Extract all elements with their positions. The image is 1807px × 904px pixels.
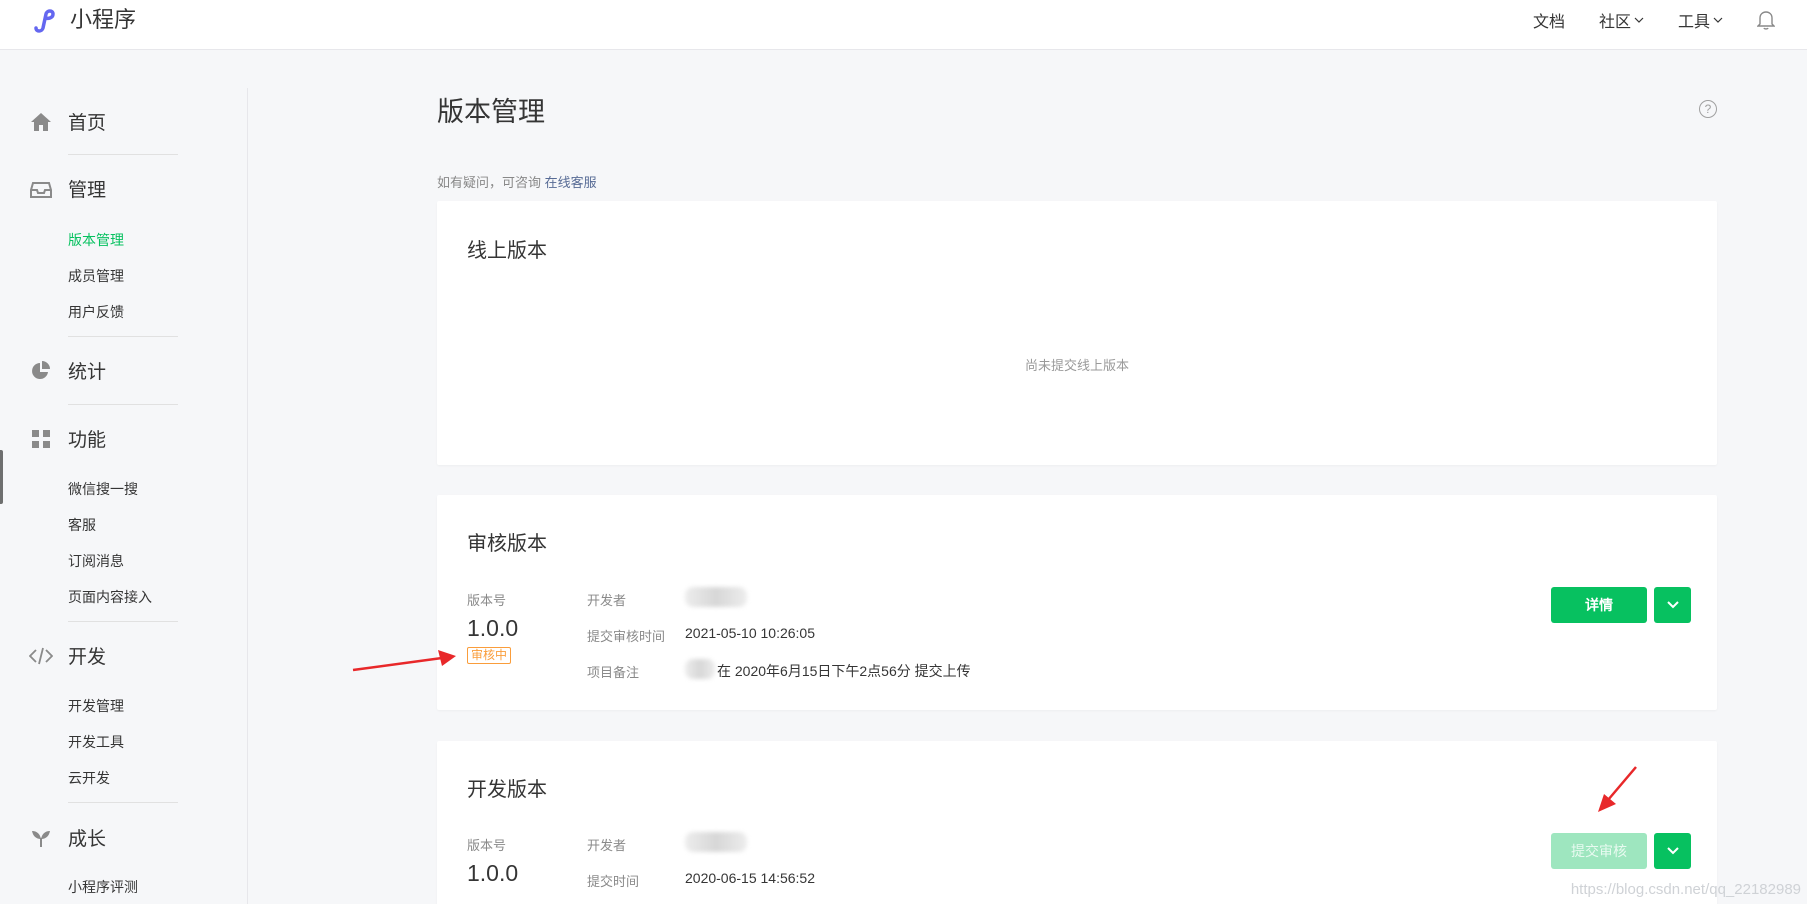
page-title: 版本管理 <box>437 97 545 127</box>
logo[interactable]: 小程序 <box>30 2 136 34</box>
grid-icon <box>28 426 54 452</box>
sidebar-item-dev-management[interactable]: 开发管理 <box>68 696 124 716</box>
community-menu[interactable]: 社区 <box>1599 8 1644 32</box>
sidebar-item-evaluation[interactable]: 小程序评测 <box>68 877 138 897</box>
sidebar-item-member-management[interactable]: 成员管理 <box>68 266 124 286</box>
home-icon <box>28 109 54 135</box>
online-version-empty: 尚未提交线上版本 <box>1024 358 1129 373</box>
online-service-link[interactable]: 在线客服 <box>545 175 597 190</box>
redacted-note-author <box>685 659 715 679</box>
note-value: 在 2020年6月15日下午2点56分 提交上传 <box>717 663 971 679</box>
pie-chart-icon <box>28 358 54 384</box>
chevron-down-icon <box>1666 601 1679 609</box>
sidebar-item-page-content[interactable]: 页面内容接入 <box>68 587 152 607</box>
version-label: 版本号 <box>467 838 507 853</box>
chevron-down-icon <box>1634 17 1644 23</box>
active-indicator <box>0 450 3 504</box>
submit-time-label: 提交时间 <box>587 874 640 889</box>
sidebar-item-features[interactable]: 功能 <box>28 425 106 452</box>
sidebar-home-label: 首页 <box>68 113 107 134</box>
bell-icon <box>1757 11 1775 30</box>
sidebar-growth-label: 成长 <box>68 829 107 850</box>
sidebar-separator <box>68 404 178 405</box>
redacted-developer <box>685 832 747 852</box>
chevron-down-icon <box>1666 847 1679 855</box>
submit-review-button[interactable]: 提交审核 <box>1551 833 1647 869</box>
miniprogram-logo-icon <box>34 9 55 33</box>
submit-time-label: 提交审核时间 <box>587 629 666 644</box>
dev-more-dropdown[interactable] <box>1654 833 1691 869</box>
tools-menu[interactable]: 工具 <box>1678 8 1723 32</box>
sidebar-develop-label: 开发 <box>68 647 107 668</box>
developer-label: 开发者 <box>587 593 627 608</box>
sidebar-item-customer-service[interactable]: 客服 <box>68 515 96 535</box>
submit-time-value: 2020-06-15 14:56:52 <box>685 870 815 886</box>
sidebar-separator <box>68 621 178 622</box>
online-version-card: 线上版本 尚未提交线上版本 <box>437 201 1717 465</box>
version-number: 1.0.0 <box>467 860 519 886</box>
version-number: 1.0.0 <box>467 615 519 641</box>
sidebar-item-cloud-dev[interactable]: 云开发 <box>68 768 110 788</box>
dev-version-card: 开发版本 版本号 1.0.0 开发者 提交时间 2020-06-15 14:56… <box>437 741 1717 904</box>
sidebar-separator <box>68 802 178 803</box>
sidebar-item-user-feedback[interactable]: 用户反馈 <box>68 302 124 322</box>
consult-line: 如有疑问，可咨询 在线客服 <box>437 172 597 191</box>
inbox-icon <box>28 176 54 202</box>
sidebar-item-subscribe-message[interactable]: 订阅消息 <box>68 551 124 571</box>
sidebar-stats-label: 统计 <box>68 362 107 383</box>
sidebar-item-wechat-search[interactable]: 微信搜一搜 <box>68 479 138 499</box>
notification-bell[interactable] <box>1757 10 1775 30</box>
docs-link[interactable]: 文档 <box>1533 8 1565 32</box>
sidebar-features-label: 功能 <box>68 430 107 451</box>
review-version-card: 审核版本 版本号 1.0.0 审核中 开发者 提交审核时间 2021-05-10… <box>437 495 1717 710</box>
tools-label: 工具 <box>1677 14 1710 31</box>
annotation-arrow-icon <box>1598 766 1637 812</box>
review-version-title: 审核版本 <box>467 533 547 555</box>
top-nav: 文档 社区 工具 <box>1533 0 1775 40</box>
status-badge: 审核中 <box>467 647 512 664</box>
sidebar-item-growth[interactable]: 成长 <box>28 824 106 851</box>
chevron-down-icon <box>1713 17 1723 23</box>
sidebar-separator <box>68 154 178 155</box>
review-more-dropdown[interactable] <box>1654 587 1691 623</box>
sprout-icon <box>28 825 54 851</box>
community-label: 社区 <box>1598 14 1631 31</box>
sidebar-divider <box>247 88 248 904</box>
sidebar-item-stats[interactable]: 统计 <box>28 357 106 384</box>
developer-label: 开发者 <box>587 838 627 853</box>
sidebar-manage-label: 管理 <box>68 180 107 201</box>
sidebar-item-manage[interactable]: 管理 <box>28 175 106 202</box>
sidebar-item-version-management[interactable]: 版本管理 <box>68 230 124 250</box>
sidebar-item-dev-tools[interactable]: 开发工具 <box>68 732 124 752</box>
sidebar-item-develop[interactable]: 开发 <box>28 642 106 669</box>
submit-time-value: 2021-05-10 10:26:05 <box>685 625 815 641</box>
version-label: 版本号 <box>467 593 507 608</box>
detail-button[interactable]: 详情 <box>1551 587 1647 623</box>
dev-version-title: 开发版本 <box>467 779 547 801</box>
redacted-developer <box>685 587 747 607</box>
online-version-title: 线上版本 <box>467 240 547 262</box>
consult-text: 如有疑问，可咨询 <box>437 175 542 190</box>
help-icon[interactable]: ? <box>1699 100 1717 118</box>
logo-text: 小程序 <box>70 7 137 32</box>
sidebar-item-home[interactable]: 首页 <box>28 108 106 135</box>
note-label: 项目备注 <box>587 665 640 680</box>
sidebar-separator <box>68 336 178 337</box>
top-bar: 小程序 文档 社区 工具 <box>0 0 1807 50</box>
watermark: https://blog.csdn.net/qq_22182989 <box>1570 881 1801 898</box>
code-icon <box>28 643 54 669</box>
annotation-arrow-icon <box>352 650 456 672</box>
